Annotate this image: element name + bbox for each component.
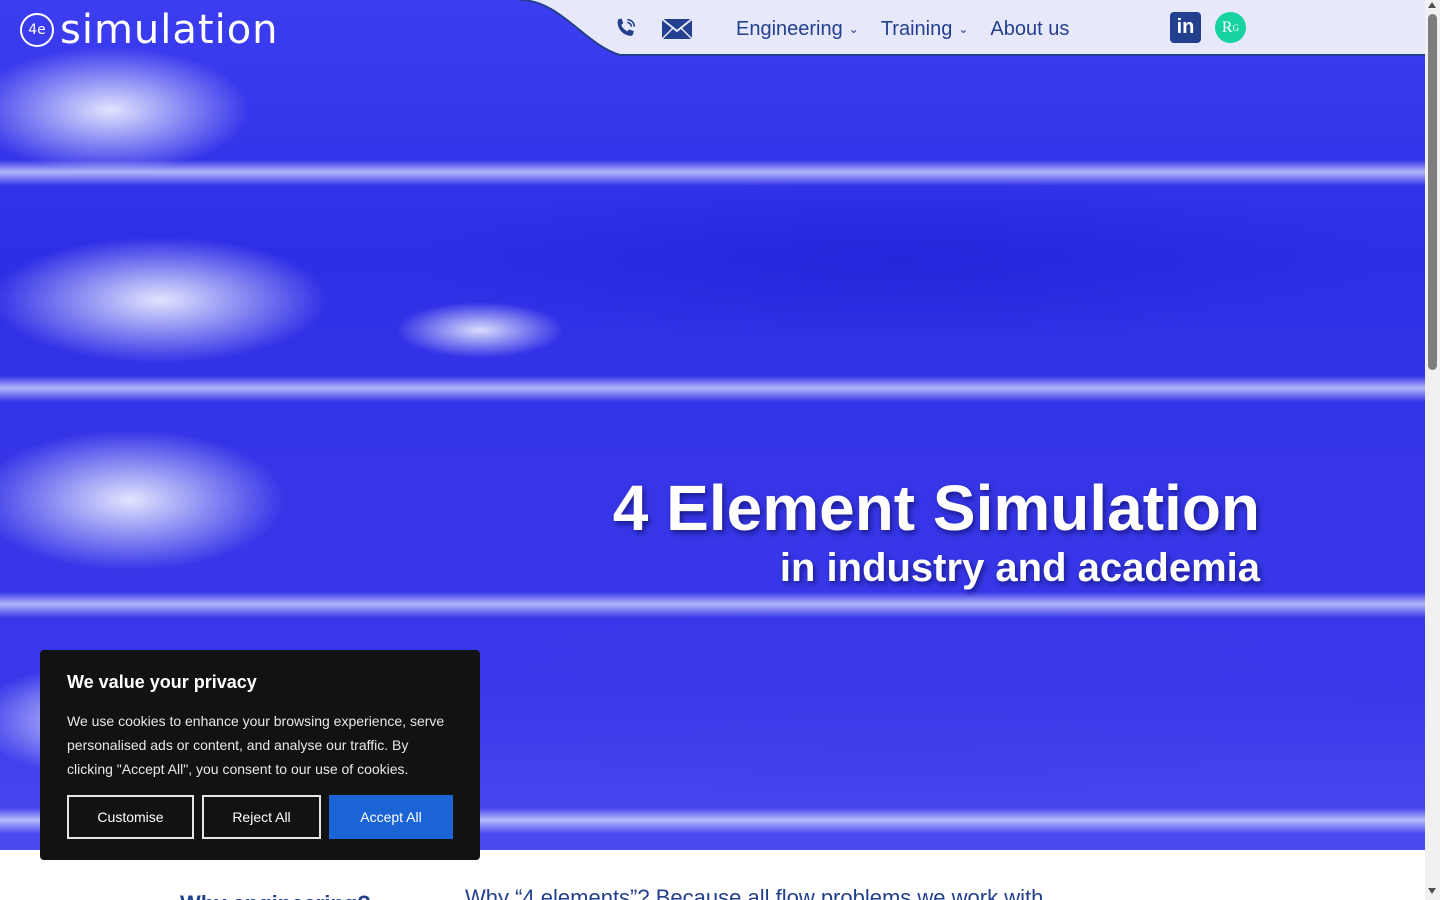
customise-button[interactable]: Customise (67, 795, 194, 839)
reject-all-button[interactable]: Reject All (202, 795, 321, 839)
nav-engineering-label: Engineering (736, 17, 843, 40)
cookie-text: We use cookies to enhance your browsing … (67, 713, 445, 777)
main-nav: Engineering ⌄ Training ⌄ About us (610, 10, 1069, 48)
page-scrollbar[interactable] (1425, 0, 1440, 900)
logo-text: simulation (60, 7, 279, 53)
mail-icon-svg (661, 18, 693, 40)
phone-icon[interactable] (610, 14, 640, 44)
phone-icon-svg (617, 18, 636, 36)
social-links: in RG (1170, 12, 1246, 43)
hero-titles: 4 Element Simulation in industry and aca… (613, 470, 1260, 590)
cookie-banner: We value your privacy We use cookies to … (40, 650, 480, 860)
mail-icon[interactable] (660, 14, 694, 44)
intro-section: Why engineering? Why “4 elements”? Becau… (0, 885, 1425, 900)
nav-training-label: Training (880, 17, 953, 40)
nav-engineering[interactable]: Engineering ⌄ (736, 18, 859, 41)
cookie-title: We value your privacy (67, 672, 257, 692)
linkedin-icon[interactable]: in (1170, 12, 1201, 43)
cookie-buttons: Customise Reject All Accept All (67, 795, 453, 839)
nav-about-us[interactable]: About us (990, 18, 1069, 41)
accept-all-button[interactable]: Accept All (329, 795, 453, 839)
intro-heading: Why engineering? (180, 891, 371, 900)
logo-mark-icon: 4e (20, 13, 54, 47)
scroll-up-icon[interactable] (1428, 2, 1436, 8)
researchgate-letter: R (1221, 18, 1233, 36)
scroll-thumb[interactable] (1428, 14, 1437, 370)
scroll-down-icon[interactable] (1428, 888, 1436, 894)
hero-subtitle: in industry and academia (779, 546, 1260, 590)
nav-about-us-label: About us (990, 17, 1070, 40)
researchgate-icon[interactable]: RG (1215, 12, 1246, 43)
nav-training[interactable]: Training ⌄ (881, 18, 969, 41)
researchgate-sup: G (1232, 22, 1240, 33)
chevron-down-icon: ⌄ (848, 22, 859, 36)
hero-title: 4 Element Simulation (612, 472, 1260, 544)
site-logo[interactable]: 4e simulation (20, 8, 279, 52)
intro-text: Why “4 elements”? Because all flow probl… (465, 885, 1044, 900)
chevron-down-icon: ⌄ (958, 22, 969, 36)
